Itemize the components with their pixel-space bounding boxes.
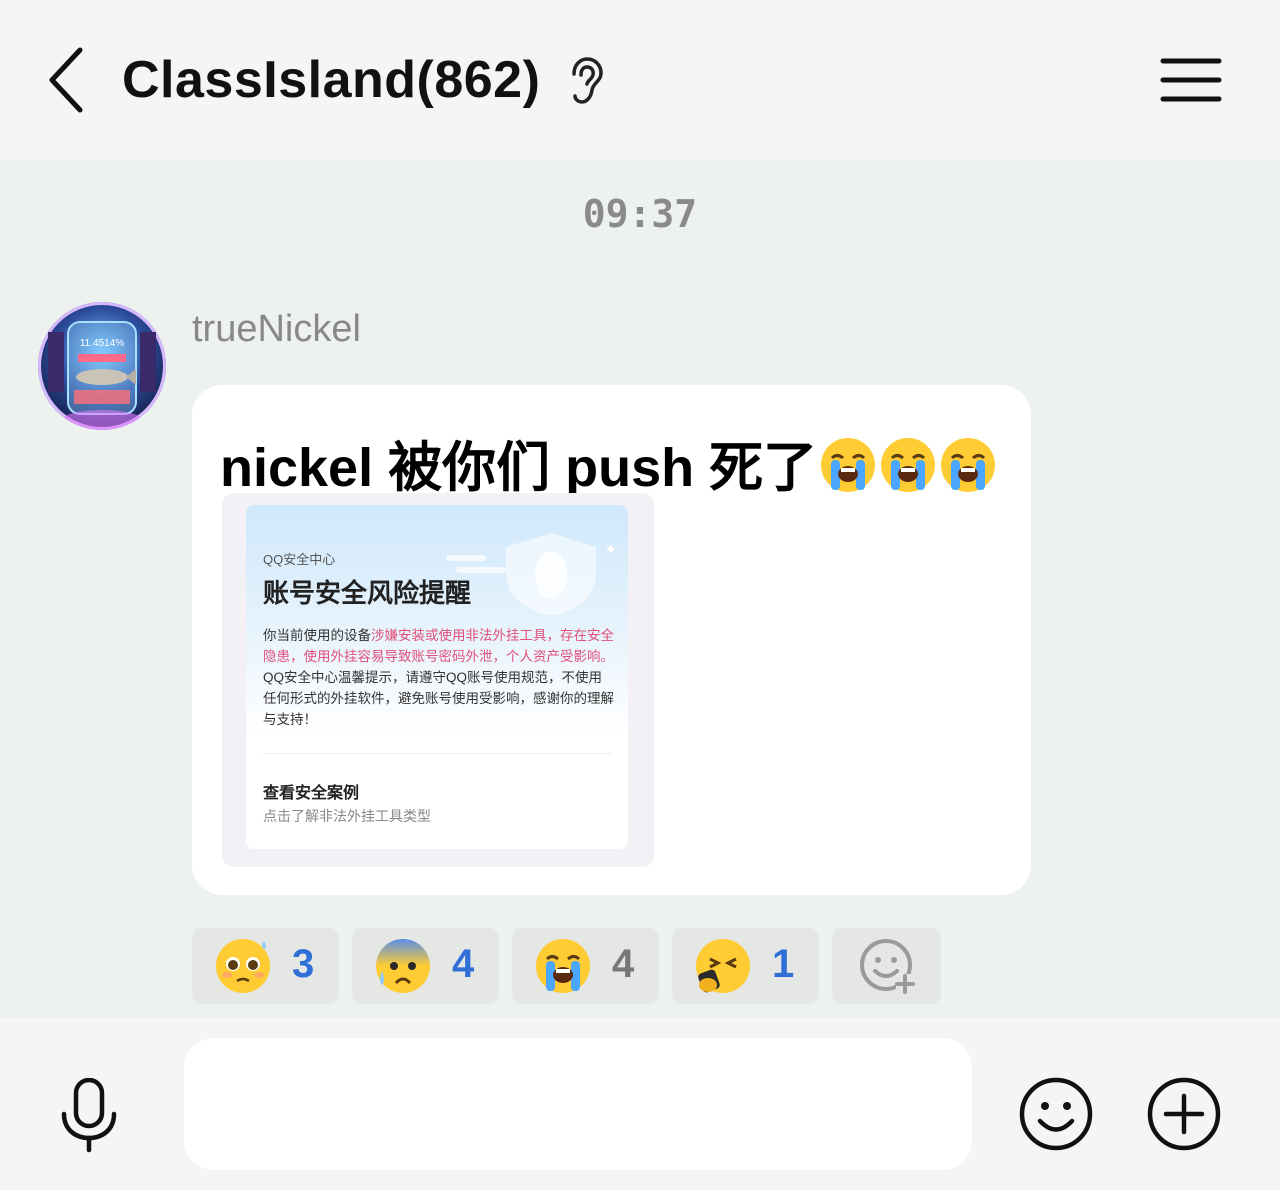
add-reaction-button[interactable] xyxy=(832,928,941,1004)
loudly-crying-face-icon xyxy=(821,438,876,492)
shield-penguin-icon: ✦ xyxy=(446,533,616,615)
svg-text:11.4514%: 11.4514% xyxy=(80,338,124,349)
chat-title[interactable]: ClassIsland(862) xyxy=(122,50,540,110)
reaction-count: 4 xyxy=(612,942,635,986)
loudly-crying-face-icon xyxy=(536,939,590,993)
reaction-crying-face[interactable]: 4 xyxy=(512,928,659,1004)
chat-header: ClassIsland(862) xyxy=(0,0,1280,160)
image-attachment[interactable]: ✦ QQ安全中心 账号安全风险提醒 你当前使用的设备涉嫌安装或使用非法外挂工具，… xyxy=(222,493,654,867)
reaction-count: 1 xyxy=(772,942,795,986)
voice-button[interactable] xyxy=(56,1077,122,1154)
add-reaction-icon xyxy=(860,939,915,994)
back-button[interactable] xyxy=(40,44,100,116)
more-button[interactable] xyxy=(1146,1076,1222,1152)
card-body: 你当前使用的设备涉嫌安装或使用非法外挂工具，存在安全隐患，使用外挂容易导致账号密… xyxy=(263,625,615,730)
card-divider xyxy=(263,753,611,754)
loudly-crying-face-icon xyxy=(881,438,936,492)
security-alert-card: ✦ QQ安全中心 账号安全风险提醒 你当前使用的设备涉嫌安装或使用非法外挂工具，… xyxy=(246,505,628,849)
ear-icon[interactable] xyxy=(566,56,606,106)
composer-bar xyxy=(0,1018,1280,1190)
card-title: 账号安全风险提醒 xyxy=(263,578,472,608)
reaction-count: 4 xyxy=(452,942,475,986)
reaction-pleading-face[interactable]: 3 xyxy=(192,928,339,1004)
message-timestamp: 09:37 xyxy=(582,192,698,236)
anxious-face-with-sweat-icon xyxy=(376,939,430,993)
face-with-phone-angry-icon xyxy=(696,939,750,993)
microphone-icon xyxy=(61,1077,117,1153)
chevron-left-icon xyxy=(49,47,83,113)
reaction-anxious-face[interactable]: 4 xyxy=(352,928,499,1004)
card-source: QQ安全中心 xyxy=(263,552,336,567)
card-link-title: 查看安全案例 xyxy=(263,785,360,802)
menu-button[interactable] xyxy=(1160,56,1222,104)
card-body-start: 你当前使用的设备 xyxy=(263,628,371,643)
card-link-subtitle: 点击了解非法外挂工具类型 xyxy=(263,808,431,824)
loudly-crying-face-icon xyxy=(941,438,996,492)
message-text-line: nickel 被你们 push 死了 xyxy=(220,423,997,502)
hamburger-menu-icon xyxy=(1160,58,1222,102)
reaction-phone-face[interactable]: 1 xyxy=(672,928,819,1004)
sender-name[interactable]: trueNickel xyxy=(192,308,361,351)
card-body-end: QQ安全中心温馨提示，请遵守QQ账号使用规范，不使用任何形式的外挂软件，避免账号… xyxy=(263,670,614,727)
message-input[interactable] xyxy=(184,1038,972,1170)
svg-text:✦: ✦ xyxy=(604,542,616,559)
emoji-button[interactable] xyxy=(1018,1076,1094,1152)
reaction-count: 3 xyxy=(292,942,315,986)
message-text: nickel 被你们 push 死了 xyxy=(220,438,818,498)
sender-avatar[interactable]: 11.4514% xyxy=(38,302,166,430)
message-bubble[interactable]: nickel 被你们 push 死了 ✦ QQ安全中心 账号安全风险提醒 你当前… xyxy=(192,385,1031,895)
smiley-icon xyxy=(1019,1077,1093,1151)
pleading-face-icon xyxy=(216,939,270,993)
plus-circle-icon xyxy=(1147,1077,1221,1151)
